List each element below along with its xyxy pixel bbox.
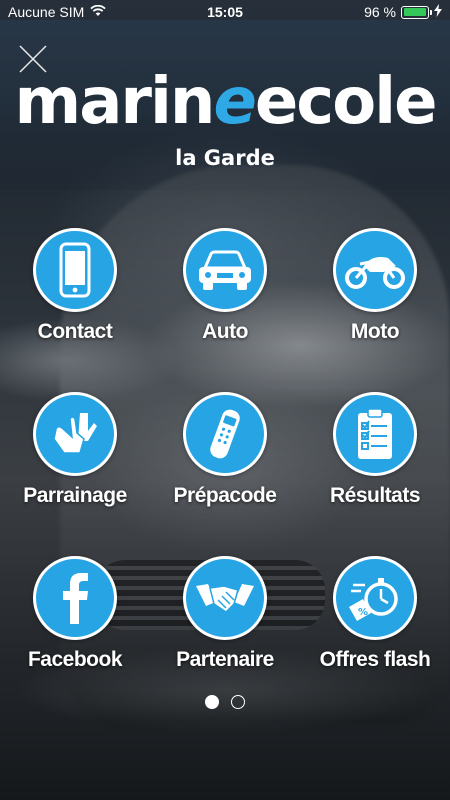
car-icon (183, 228, 267, 312)
tile-moto[interactable]: Moto (300, 228, 450, 344)
logo-word-1: marin (14, 65, 216, 139)
battery-icon (401, 5, 432, 19)
tile-offres-flash[interactable]: % Offres flash (300, 556, 450, 672)
tile-label: Moto (350, 320, 400, 343)
smartphone-icon (33, 228, 117, 312)
tile-label: Résultats (329, 484, 421, 507)
charging-icon (434, 4, 442, 20)
remote-control-icon (183, 392, 267, 476)
page-dot-1[interactable] (205, 695, 219, 709)
motorcycle-icon (333, 228, 417, 312)
logo-accent-1: e (213, 65, 256, 139)
logo-wordmark: marineecole (0, 62, 450, 142)
clipboard-checklist-icon (333, 392, 417, 476)
tile-label: Auto (202, 320, 248, 343)
marine-ecole-logo: marineecole la Garde (0, 62, 450, 172)
svg-text:%: % (358, 607, 368, 618)
battery-percent: 96 % (364, 4, 396, 20)
tile-label: Partenaire (176, 648, 274, 671)
tile-label: Offres flash (319, 648, 431, 671)
facebook-icon (33, 556, 117, 640)
tile-label: Prépacode (173, 484, 277, 507)
tile-label: Facebook (27, 648, 123, 671)
tile-resultats[interactable]: Résultats (300, 392, 450, 508)
tile-partenaire[interactable]: Partenaire (150, 556, 300, 672)
tile-auto[interactable]: Auto (150, 228, 300, 344)
tile-parrainage[interactable]: Parrainage (0, 392, 150, 508)
stopwatch-discount-icon: % (333, 556, 417, 640)
hands-icon (33, 392, 117, 476)
tile-label: Parrainage (23, 484, 127, 507)
tile-prepacode[interactable]: Prépacode (150, 392, 300, 508)
page-indicator (0, 695, 450, 709)
status-bar: Aucune SIM 15:05 96 % (0, 0, 450, 24)
logo-word-2: ecole (254, 65, 438, 139)
tile-label: Contact (37, 320, 113, 343)
tile-contact[interactable]: Contact (0, 228, 150, 344)
handshake-icon (183, 556, 267, 640)
tile-facebook[interactable]: Facebook (0, 556, 150, 672)
page-dot-2[interactable] (231, 695, 245, 709)
logo-subtitle: la Garde (175, 146, 275, 170)
